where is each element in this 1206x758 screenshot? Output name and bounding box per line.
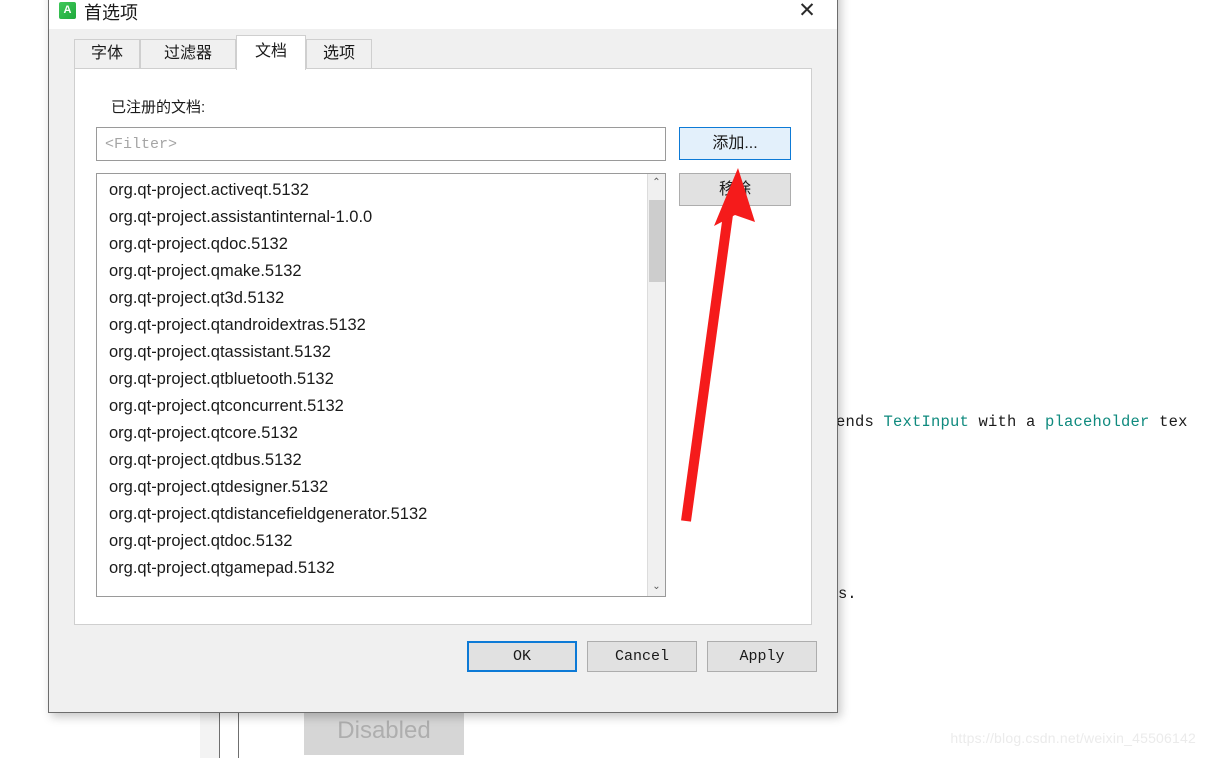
scrollbar-thumb[interactable] — [649, 200, 665, 282]
background-separator-right — [238, 710, 239, 758]
list-item[interactable]: org.qt-project.qtcore.5132 — [97, 420, 647, 447]
tab-documents[interactable]: 文档 — [236, 35, 306, 70]
code-text-prefix: ends — [836, 413, 884, 431]
list-item[interactable]: org.qt-project.qdoc.5132 — [97, 231, 647, 258]
cancel-button[interactable]: Cancel — [587, 641, 697, 672]
background-code-line: ends TextInput with a placeholder tex — [836, 413, 1188, 431]
remove-documentation-button[interactable]: 移除 — [679, 173, 791, 206]
background-separator-left — [219, 710, 220, 758]
background-panel — [200, 710, 219, 758]
dialog-footer: OK Cancel Apply — [49, 633, 837, 693]
add-documentation-button[interactable]: 添加... — [679, 127, 791, 160]
registered-documentation-label: 已注册的文档: — [111, 99, 206, 116]
list-vertical-scrollbar[interactable]: ⌃ ⌄ — [647, 174, 665, 596]
list-item[interactable]: org.qt-project.qmake.5132 — [97, 258, 647, 285]
tab-filters[interactable]: 过滤器 — [140, 39, 236, 69]
preferences-dialog: A 首选项 ✕ 字体 过滤器 文档 选项 已注册的文档: 添加... 移除 or… — [48, 0, 838, 713]
list-item[interactable]: org.qt-project.activeqt.5132 — [97, 177, 647, 204]
list-item[interactable]: org.qt-project.qtdesigner.5132 — [97, 474, 647, 501]
list-item[interactable]: org.qt-project.qtdoc.5132 — [97, 528, 647, 555]
list-item[interactable]: org.qt-project.qtgamepad.5132 — [97, 555, 647, 582]
scroll-down-icon[interactable]: ⌄ — [648, 578, 665, 596]
disabled-button: Disabled — [304, 707, 464, 755]
scroll-up-icon[interactable]: ⌃ — [648, 174, 665, 192]
code-text-suffix: tex — [1149, 413, 1188, 431]
list-item[interactable]: org.qt-project.qtandroidextras.5132 — [97, 312, 647, 339]
tab-options[interactable]: 选项 — [306, 39, 372, 69]
code-keyword-textinput: TextInput — [883, 413, 970, 431]
csdn-watermark: https://blog.csdn.net/weixin_45506142 — [950, 730, 1196, 746]
list-item[interactable]: org.qt-project.qt3d.5132 — [97, 285, 647, 312]
dialog-title: 首选项 — [84, 3, 138, 23]
filter-input[interactable] — [96, 127, 666, 161]
apply-button[interactable]: Apply — [707, 641, 817, 672]
registered-documents-list: org.qt-project.activeqt.5132 org.qt-proje… — [97, 174, 647, 596]
list-item[interactable]: org.qt-project.assistantinternal-1.0.0 — [97, 204, 647, 231]
close-icon[interactable]: ✕ — [787, 0, 827, 25]
ok-button[interactable]: OK — [467, 641, 577, 672]
list-item[interactable]: org.qt-project.qtbluetooth.5132 — [97, 366, 647, 393]
documents-tab-panel: 已注册的文档: 添加... 移除 org.qt-project.activeqt… — [74, 68, 812, 625]
background-text-fragment: s. — [838, 585, 857, 603]
code-text-mid: with a — [969, 413, 1046, 431]
list-item[interactable]: org.qt-project.qtdbus.5132 — [97, 447, 647, 474]
list-item[interactable]: org.qt-project.qtconcurrent.5132 — [97, 393, 647, 420]
tab-bar: 字体 过滤器 文档 选项 — [49, 29, 837, 70]
tab-fonts[interactable]: 字体 — [74, 39, 140, 69]
list-item[interactable]: org.qt-project.qtdistancefieldgenerator.… — [97, 501, 647, 528]
registered-documents-listbox[interactable]: org.qt-project.activeqt.5132 org.qt-proje… — [96, 173, 666, 597]
list-item[interactable]: org.qt-project.qtassistant.5132 — [97, 339, 647, 366]
code-keyword-placeholder: placeholder — [1045, 413, 1150, 431]
assistant-app-icon: A — [59, 2, 76, 19]
dialog-titlebar: A 首选项 ✕ — [49, 0, 837, 29]
